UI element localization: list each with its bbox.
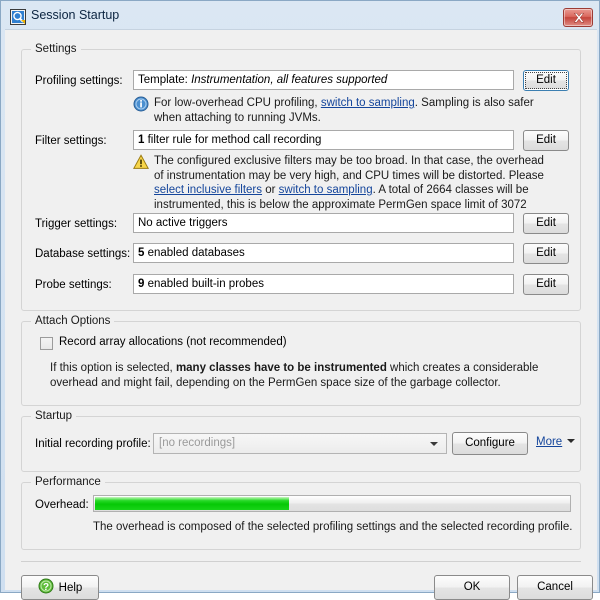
switch-to-sampling-link-2[interactable]: switch to sampling (279, 184, 373, 196)
info-icon (133, 96, 149, 112)
probe-settings-label: Probe settings: (35, 279, 112, 291)
window-title: Session Startup (31, 8, 120, 22)
profiling-value-prefix: Template: (138, 74, 192, 86)
edit-profiling-settings-button[interactable]: Edit (523, 70, 569, 91)
attach-note-bold: many classes have to be instrumented (175, 362, 387, 374)
edit-filter-label: Edit (536, 134, 556, 146)
profiling-settings-label: Profiling settings: (35, 75, 123, 87)
edit-profiling-label: Edit (536, 74, 556, 86)
warning-icon (132, 154, 150, 170)
trigger-settings-label: Trigger settings: (35, 218, 118, 230)
edit-database-label: Edit (536, 247, 556, 259)
attach-note-text-1: If this option is selected, (50, 362, 176, 374)
help-icon: ? (38, 578, 54, 597)
performance-note: The overhead is composed of the selected… (93, 521, 573, 533)
session-startup-window: Session Startup Settings Profiling setti… (0, 0, 600, 600)
performance-group: Performance (21, 476, 581, 550)
more-dropdown[interactable]: More (536, 436, 576, 448)
edit-trigger-settings-button[interactable]: Edit (523, 213, 569, 234)
edit-trigger-label: Edit (536, 217, 556, 229)
probe-settings-value: 9 enabled built-in probes (133, 274, 514, 294)
initial-recording-profile-value: [no recordings] (159, 437, 236, 449)
edit-filter-settings-button[interactable]: Edit (523, 130, 569, 151)
filter-note-text-1: The configured exclusive filters may be … (154, 155, 544, 182)
profiling-value-template: Instrumentation, all features supported (191, 74, 388, 86)
help-button[interactable]: ? Help (21, 575, 99, 600)
title-bar: Session Startup (5, 5, 597, 29)
cancel-button[interactable]: Cancel (517, 575, 593, 600)
profiling-settings-value: Template: Instrumentation, all features … (133, 70, 514, 90)
cancel-label: Cancel (537, 581, 573, 593)
configure-button[interactable]: Configure (452, 432, 528, 455)
switch-to-sampling-link[interactable]: switch to sampling (321, 97, 415, 109)
edit-probe-label: Edit (536, 278, 556, 290)
overhead-label: Overhead: (35, 499, 89, 511)
profiling-info-note: For low-overhead CPU profiling, switch t… (154, 96, 549, 125)
dialog-body: Settings Profiling settings: Template: I… (5, 29, 597, 600)
session-snapshot-icon (10, 9, 26, 25)
more-label[interactable]: More (536, 436, 562, 448)
configure-label: Configure (465, 437, 515, 449)
attach-options-note: If this option is selected, many classes… (50, 361, 562, 390)
footer-divider (21, 561, 581, 562)
filter-note-text-2: or (262, 184, 279, 196)
performance-group-title: Performance (31, 476, 105, 488)
help-label: Help (58, 581, 83, 594)
svg-text:?: ? (43, 582, 49, 593)
trigger-value: No active triggers (138, 217, 228, 229)
startup-group-title: Startup (31, 410, 77, 422)
filter-settings-label: Filter settings: (35, 135, 107, 147)
overhead-progress-fill (95, 497, 290, 510)
close-button[interactable] (563, 8, 593, 27)
record-array-allocations-label[interactable]: Record array allocations (not recommende… (59, 336, 287, 348)
database-settings-label: Database settings: (35, 248, 131, 260)
trigger-settings-value: No active triggers (133, 213, 514, 233)
edit-probe-settings-button[interactable]: Edit (523, 274, 569, 295)
chevron-down-icon (567, 439, 576, 443)
initial-recording-profile-label: Initial recording profile: (35, 438, 151, 450)
probe-value-rest: enabled built-in probes (144, 278, 264, 290)
select-inclusive-filters-link[interactable]: select inclusive filters (154, 184, 262, 196)
profiling-note-text-1: For low-overhead CPU profiling, (154, 97, 321, 109)
settings-group-title: Settings (31, 43, 81, 55)
initial-recording-profile-combo[interactable]: [no recordings] (153, 433, 447, 454)
overhead-progress-bar (93, 495, 571, 512)
record-array-allocations-checkbox[interactable] (40, 337, 53, 350)
ok-button[interactable]: OK (434, 575, 510, 600)
database-value-rest: enabled databases (144, 247, 245, 259)
ok-label: OK (463, 581, 481, 593)
database-settings-value: 5 enabled databases (133, 243, 514, 263)
edit-database-settings-button[interactable]: Edit (523, 243, 569, 264)
attach-options-group-title: Attach Options (31, 315, 115, 327)
filter-value-rest: filter rule for method call recording (144, 134, 322, 146)
filter-settings-value: 1 filter rule for method call recording (133, 130, 514, 150)
chevron-down-icon (430, 442, 438, 446)
